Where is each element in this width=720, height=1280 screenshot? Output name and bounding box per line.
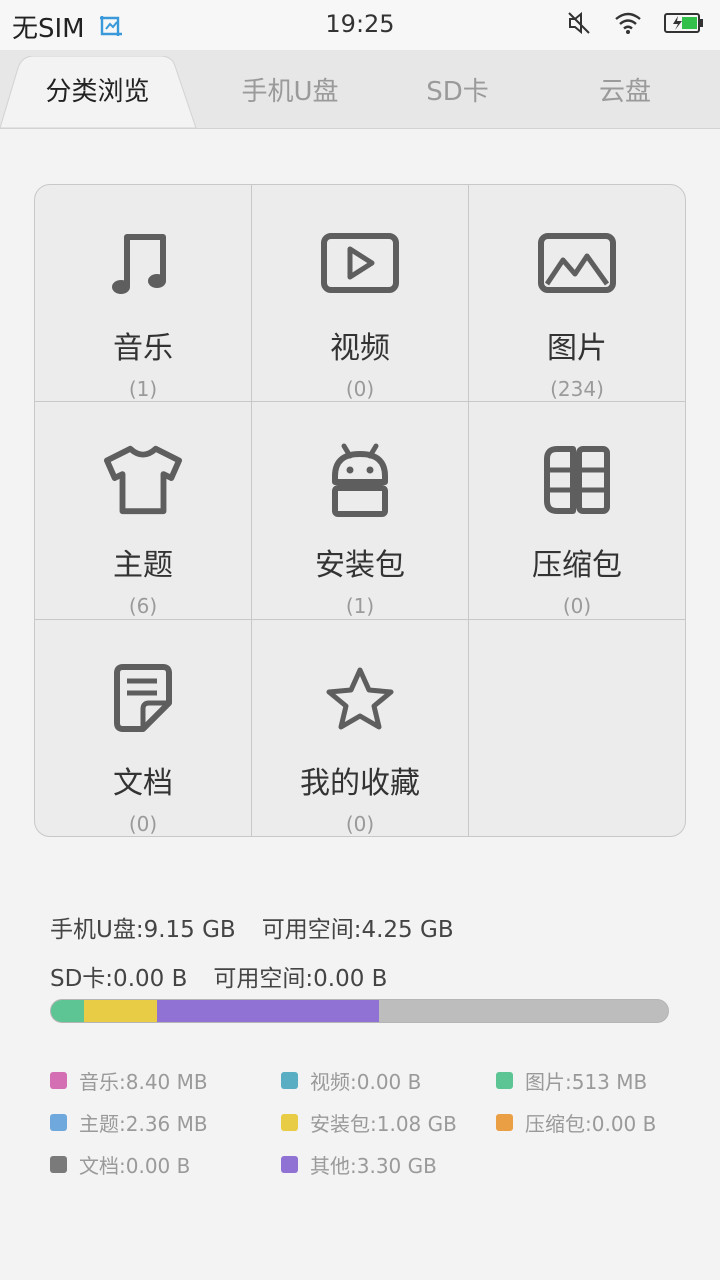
sd-storage-total: SD卡:0.00 B [50,966,188,992]
category-label: 压缩包 [532,548,622,583]
category-label: 我的收藏 [300,766,420,801]
empty-cell [469,620,685,836]
legend-label: 文档:0.00 B [79,1154,191,1178]
video-icon [320,227,400,299]
sd-storage-free: 可用空间:0.00 B [213,966,388,992]
phone-storage-info: 手机U盘:9.15 GB 可用空间:4.25 GB [50,910,480,944]
category-document[interactable]: 文档 (0) [35,620,251,836]
category-image[interactable]: 图片 (234) [469,185,685,402]
legend-swatch [281,1114,298,1131]
usage-segment [156,1000,379,1022]
category-music[interactable]: 音乐 (1) [35,185,251,402]
legend-swatch [496,1114,513,1131]
category-apk[interactable]: 安装包 (1) [252,402,468,619]
wifi-icon [614,11,642,39]
tab-bar: 分类浏览 手机U盘 SD卡 云盘 [0,50,720,129]
category-label: 安装包 [315,548,405,583]
status-bar: 无SIM 19:25 [0,0,720,50]
legend-swatch [50,1114,67,1131]
legend-item: 压缩包:0.00 B [496,1108,656,1137]
tab-cloud[interactable]: 云盘 [540,50,710,128]
category-count: (0) [345,812,375,836]
tab-phone-storage[interactable]: 手机U盘 [205,50,375,128]
category-grid: 音乐 (1) 视频 (0) 图片 (234) 主题 (6) 安装包 (1) 压缩… [34,184,686,837]
category-count: (234) [550,377,604,401]
legend-label: 安装包:1.08 GB [310,1112,457,1136]
legend-item: 其他:3.30 GB [281,1150,437,1179]
category-archive[interactable]: 压缩包 (0) [469,402,685,619]
star-icon [320,662,400,734]
theme-shirt-icon [103,444,183,516]
category-count: (0) [562,594,592,618]
category-count: (6) [128,594,158,618]
category-label: 文档 [113,766,173,801]
document-icon [103,662,183,734]
usage-segment [84,1000,157,1022]
category-label: 音乐 [113,331,173,366]
category-theme[interactable]: 主题 (6) [35,402,251,619]
legend-label: 压缩包:0.00 B [525,1112,657,1136]
phone-storage-total: 手机U盘:9.15 GB [50,917,236,943]
tab-browse-category[interactable]: 分类浏览 [10,50,185,128]
archive-icon [537,444,617,516]
legend-label: 图片:513 MB [525,1070,648,1094]
category-count: (1) [128,377,158,401]
category-label: 视频 [330,331,390,366]
legend-item: 音乐:8.40 MB [50,1066,208,1095]
sd-storage-info: SD卡:0.00 B 可用空间:0.00 B [50,959,413,993]
android-icon [320,443,400,517]
legend-swatch [281,1156,298,1173]
category-label: 图片 [547,331,607,366]
legend-item: 安装包:1.08 GB [281,1108,457,1137]
usage-segment [51,1000,85,1022]
legend-item: 主题:2.36 MB [50,1108,208,1137]
legend-item: 图片:513 MB [496,1066,647,1095]
category-favorites[interactable]: 我的收藏 (0) [252,620,468,836]
legend-swatch [50,1156,67,1173]
legend-swatch [496,1072,513,1089]
phone-storage-free: 可用空间:4.25 GB [261,917,454,943]
legend-label: 视频:0.00 B [310,1070,422,1094]
battery-icon [664,12,704,38]
storage-usage-bar [50,999,669,1023]
legend-label: 主题:2.36 MB [79,1112,208,1136]
image-icon [537,227,617,299]
category-video[interactable]: 视频 (0) [252,185,468,402]
music-icon [103,227,183,299]
legend-label: 音乐:8.40 MB [79,1070,208,1094]
legend-item: 文档:0.00 B [50,1150,190,1179]
tab-sd-card[interactable]: SD卡 [375,50,540,128]
category-count: (0) [128,812,158,836]
category-label: 主题 [113,548,173,583]
legend-swatch [281,1072,298,1089]
category-count: (0) [345,377,375,401]
legend-swatch [50,1072,67,1089]
legend-label: 其他:3.30 GB [310,1154,437,1178]
mute-icon [566,10,592,40]
category-count: (1) [345,594,375,618]
legend-item: 视频:0.00 B [281,1066,421,1095]
